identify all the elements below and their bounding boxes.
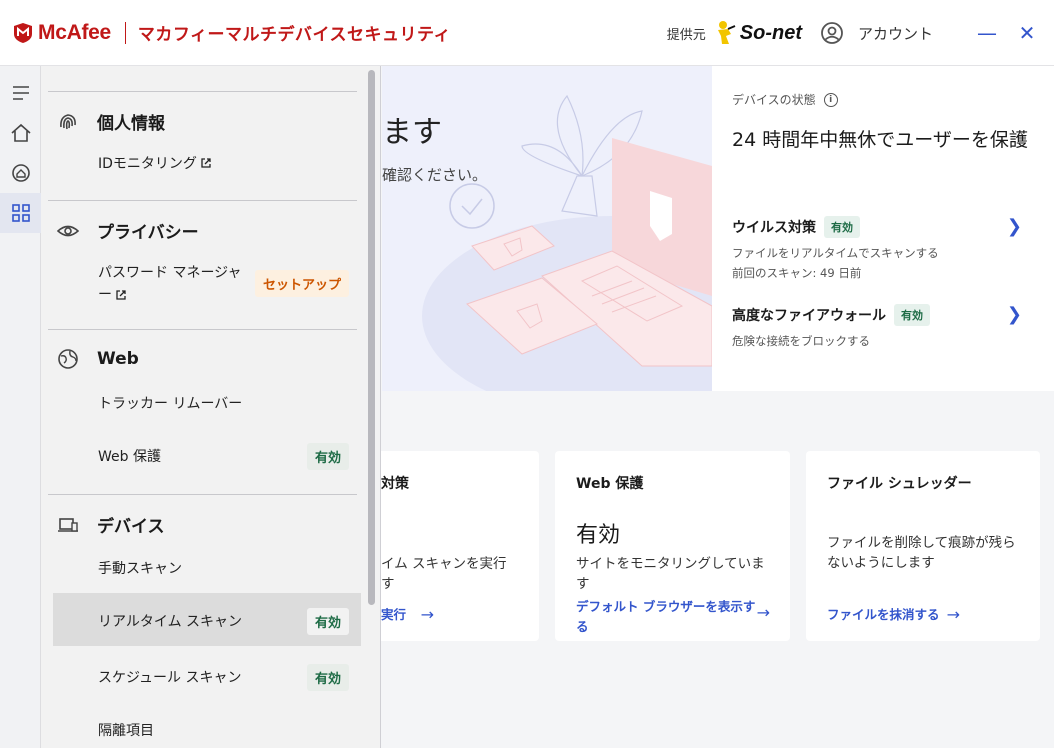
firewall-title: 高度なファイアウォール [732,308,886,324]
external-link-icon [201,158,211,168]
menu-item-label: 手動スキャン [98,561,182,577]
rail-home-button[interactable] [0,113,41,153]
card-desc: イム スキャンを実行 す [381,556,507,592]
menu-item-manual-scan[interactable]: 手動スキャン [98,558,182,578]
laptop-icon [58,517,78,532]
section-device: デバイス [57,512,165,537]
menu-item-tracker-remover[interactable]: トラッカー リムーバー [98,393,242,413]
setup-badge[interactable]: セットアップ [254,270,349,297]
chevron-right-icon[interactable]: ❯ [1007,304,1022,325]
arrow-right-icon[interactable]: → [947,605,960,624]
account-button[interactable]: アカウント [858,23,933,44]
nav-rail [0,66,41,748]
section-web: Web [57,348,139,370]
web-protection-card: Web 保護 有効 サイトをモニタリングしています デフォルト ブラウザーを表示… [555,451,790,641]
rail-menu-button[interactable] [0,73,41,113]
menu-item-web-protection[interactable]: Web 保護 [98,446,161,466]
device-status-label-row: デバイスの状態 i [732,91,838,108]
device-status-headline: 24 時間年中無休でユーザーを保護 [732,129,1028,151]
partner-name: So-net [739,21,802,44]
menu-item-label: スケジュール スキャン [98,670,242,686]
menu-item-realtime-scan[interactable]: リアルタイム スキャン [98,611,242,631]
eye-icon [57,225,79,236]
rail-protection-button[interactable] [0,153,41,193]
device-status-panel: デバイスの状態 i 24 時間年中無休でユーザーを保護 ウイルス対策 有効 ファイ… [712,66,1054,391]
title-bar: McAfee マカフィーマルチデバイスセキュリティ 提供元 So-net アカウ… [0,0,1054,66]
brand-divider [124,21,126,44]
card-link[interactable]: 実行 [381,605,577,625]
antivirus-row[interactable]: ウイルス対策 有効 ファイルをリアルタイムでスキャンする 前回のスキャン: 49 日… [732,216,1042,283]
minimize-icon: — [977,21,997,45]
sonet-logo: So-net [714,20,802,46]
menu-item-label: IDモニタリング [98,156,197,172]
section-divider [48,494,357,495]
sonet-figure-icon [717,21,736,44]
firewall-desc: 危険な接続をブロックする [732,334,870,348]
mcafee-logo: McAfee [12,21,111,45]
menu-item-label: Web 保護 [98,449,161,465]
apps-grid-icon [11,204,30,222]
menu-item-label: パスワード マネージャ [98,265,242,281]
firewall-row[interactable]: 高度なファイアウォール 有効 危険な接続をブロックする ❯ [732,304,1042,351]
status-badge: 有効 [824,216,860,238]
mcafee-shield-icon [14,22,32,43]
device-status-label: デバイスの状態 [732,93,816,107]
section-divider [48,200,357,201]
hero-banner: ます 確認ください。 [382,66,712,391]
section-divider [48,91,357,92]
card-desc: サイトをモニタリングしています [576,556,765,592]
menu-item-label: 隔離項目 [98,723,154,739]
product-name: マカフィーマルチデバイスセキュリティ [137,25,452,45]
section-title: Web [97,349,139,369]
status-badge: 有効 [306,608,349,635]
feature-flyout-menu: 個人情報 IDモニタリング プライバシー パスワード マネージャ ー セットアッ… [41,66,381,748]
section-title: プライバシー [97,223,199,243]
brand-name: McAfee [38,20,111,44]
menu-item-password-manager[interactable]: パスワード マネージャ ー [98,262,248,306]
close-icon: ✕ [1018,21,1036,45]
antivirus-title: ウイルス対策 [732,220,816,236]
menu-item-scheduled-scan[interactable]: スケジュール スキャン [98,667,241,687]
external-link-icon [116,290,126,300]
arrow-right-icon[interactable]: → [421,605,434,624]
card-title: Web 保護 [576,476,644,492]
menu-item-quarantine[interactable]: 隔離項目 [98,720,154,740]
menu-icon [12,86,29,100]
protection-icon [11,164,30,182]
section-privacy: プライバシー [57,218,199,243]
menu-item-label: リアルタイム スキャン [98,614,243,630]
account-icon[interactable] [820,21,844,45]
minimize-button[interactable]: — [967,0,1007,66]
section-title: 個人情報 [97,114,165,134]
antivirus-desc: ファイルをリアルタイムでスキャンする [732,246,939,260]
home-icon [10,123,31,142]
laptop-illustration [422,94,712,391]
antivirus-last-scan: 前回のスキャン: 49 日前 [732,266,862,280]
provider-label: 提供元 [666,27,706,43]
globe-icon [58,349,78,369]
card-title: ファイル シュレッダー [827,476,972,492]
card-link[interactable]: ファイルを抹消する [827,605,1023,625]
section-identity: 個人情報 [57,109,165,134]
card-status: 有効 [576,523,621,548]
file-shredder-card: ファイル シュレッダー ファイルを削除して痕跡が残らないようにします ファイルを… [806,451,1040,641]
section-title: デバイス [97,517,165,537]
section-divider [48,329,357,330]
menu-item-label-cont: ー [98,287,112,303]
menu-item-label: トラッカー リムーバー [98,396,243,412]
fingerprint-icon [60,113,76,129]
menu-item-id-monitoring[interactable]: IDモニタリング [98,153,212,173]
status-badge: 有効 [306,664,349,691]
status-badge: 有効 [306,443,349,470]
info-icon[interactable]: i [823,92,838,107]
arrow-right-icon[interactable]: → [757,603,770,622]
chevron-right-icon[interactable]: ❯ [1007,216,1022,237]
status-badge: 有効 [894,304,930,326]
card-desc: ファイルを削除して痕跡が残らないようにします [827,535,1016,571]
rail-apps-button[interactable] [0,193,41,233]
card-link[interactable]: デフォルト ブラウザーを表示する [576,597,756,637]
menu-scrollbar[interactable] [368,70,375,605]
card-title: 対策 [381,476,409,492]
close-button[interactable]: ✕ [1007,0,1047,66]
